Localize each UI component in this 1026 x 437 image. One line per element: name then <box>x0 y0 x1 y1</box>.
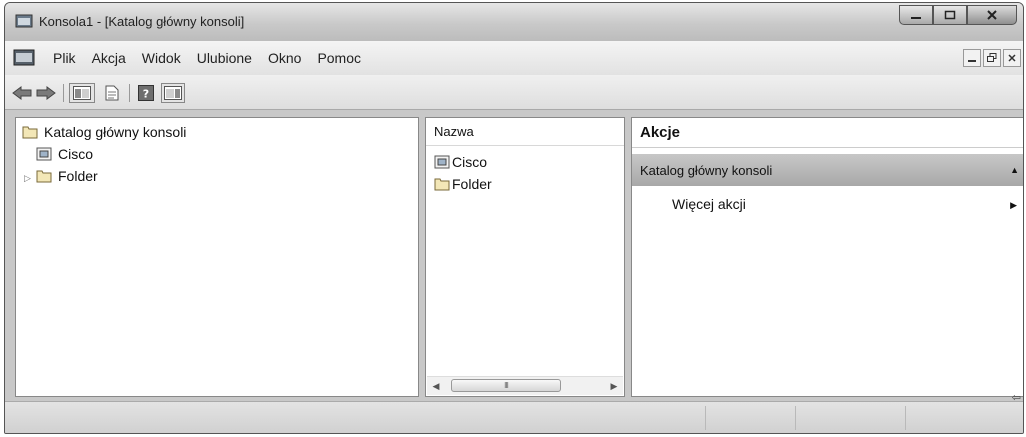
forward-button[interactable] <box>35 83 57 103</box>
status-bar <box>5 401 1023 433</box>
svg-text:?: ? <box>143 88 149 101</box>
actions-section-header[interactable]: Katalog główny konsoli ▲ <box>632 154 1023 186</box>
result-list-pane[interactable]: Nazwa Cisco Folder ◀ III ▶ <box>425 117 625 397</box>
close-button[interactable] <box>967 5 1017 25</box>
scroll-left-icon[interactable]: ◀ <box>429 379 443 393</box>
help-icon: ? <box>138 85 154 101</box>
status-segment <box>705 406 796 430</box>
restore-icon <box>987 53 997 62</box>
menu-ulubione[interactable]: Ulubione <box>189 50 260 66</box>
more-actions-item[interactable]: Więcej akcji <box>672 196 746 212</box>
list-item[interactable]: Folder <box>434 176 492 192</box>
list-item-folder-label: Folder <box>452 176 492 192</box>
window-controls <box>899 5 1017 27</box>
toolbar: ? <box>5 75 1023 110</box>
help-button[interactable]: ? <box>135 83 157 103</box>
close-icon <box>987 10 997 20</box>
console-menu-icon[interactable] <box>13 48 35 68</box>
menu-akcja[interactable]: Akcja <box>84 50 134 66</box>
menu-items: Plik Akcja Widok Ulubione Okno Pomoc <box>45 50 369 66</box>
forward-arrow-icon <box>36 86 56 100</box>
show-hide-console-tree-icon <box>73 86 91 100</box>
tree-item-cisco-label: Cisco <box>58 146 94 162</box>
list-item-cisco-label: Cisco <box>452 154 488 170</box>
list-item[interactable]: Cisco <box>434 154 487 170</box>
menu-plik[interactable]: Plik <box>45 50 84 66</box>
menu-widok[interactable]: Widok <box>134 50 189 66</box>
tree-item-folder[interactable]: Folder <box>36 168 98 184</box>
tree-item-root-label: Katalog główny konsoli <box>44 124 187 140</box>
child-restore-button[interactable] <box>983 49 1001 67</box>
window-title: Konsola1 - [Katalog główny konsoli] <box>39 14 245 29</box>
minimize-icon <box>968 60 976 62</box>
back-arrow-icon <box>12 86 32 100</box>
child-minimize-button[interactable] <box>963 49 981 67</box>
menu-pomoc[interactable]: Pomoc <box>309 50 369 66</box>
actions-section-label: Katalog główny konsoli <box>640 162 773 178</box>
submenu-arrow-icon: ▶ <box>1010 200 1017 210</box>
snap-in-icon <box>36 147 52 161</box>
toolbar-separator <box>129 84 130 102</box>
folder-icon <box>434 178 450 191</box>
menu-okno[interactable]: Okno <box>260 50 309 66</box>
column-header-name[interactable]: Nazwa <box>426 118 624 146</box>
tree-item-root[interactable]: Katalog główny konsoli <box>22 124 186 140</box>
actions-pane: Akcje Katalog główny konsoli ▲ Więcej ak… <box>631 117 1023 397</box>
folder-icon <box>36 170 52 183</box>
collapse-icon[interactable]: ▲ <box>1010 165 1019 175</box>
scrollbar-grip: III <box>504 381 509 390</box>
export-list-icon <box>105 85 119 101</box>
mmc-window: Konsola1 - [Katalog główny konsoli] Plik… <box>4 2 1024 434</box>
child-window-controls <box>961 49 1021 67</box>
snap-in-icon <box>434 155 450 169</box>
close-icon <box>1008 54 1016 62</box>
minimize-button[interactable] <box>899 5 933 25</box>
folder-icon <box>22 126 38 139</box>
console-app-icon <box>15 14 33 28</box>
scroll-right-icon[interactable]: ▶ <box>607 379 621 393</box>
maximize-icon <box>944 10 956 20</box>
tree-item-cisco[interactable]: Cisco <box>36 146 93 162</box>
menu-bar: Plik Akcja Widok Ulubione Okno Pomoc <box>5 41 1023 75</box>
actions-header: Akcje <box>632 118 1023 148</box>
status-segment <box>5 406 706 430</box>
maximize-button[interactable] <box>933 5 967 25</box>
scrollbar-thumb[interactable]: III <box>451 379 561 392</box>
console-tree-pane[interactable]: Katalog główny konsoli Cisco ▷ Folder <box>15 117 419 397</box>
show-hide-tree-button[interactable] <box>69 83 95 103</box>
child-close-button[interactable] <box>1003 49 1021 67</box>
minimize-icon <box>911 17 921 19</box>
expand-icon[interactable]: ▷ <box>24 173 31 184</box>
toolbar-separator <box>63 84 64 102</box>
tree-item-folder-label: Folder <box>58 168 98 184</box>
status-segment <box>795 406 906 430</box>
show-hide-action-pane-button[interactable] <box>161 83 185 103</box>
back-button[interactable] <box>11 83 33 103</box>
export-list-button[interactable] <box>101 83 123 103</box>
show-hide-action-pane-icon <box>164 86 182 100</box>
title-bar[interactable]: Konsola1 - [Katalog główny konsoli] <box>5 3 1023 41</box>
horizontal-scrollbar[interactable]: ◀ III ▶ <box>427 376 623 395</box>
